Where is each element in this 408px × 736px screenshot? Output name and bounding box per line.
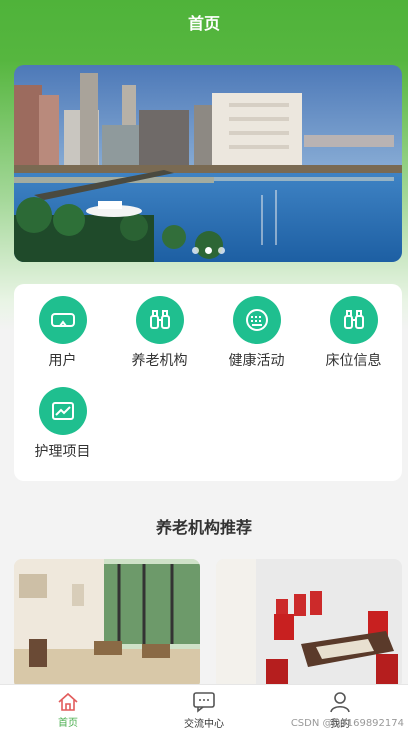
carousel-indicators[interactable] [14, 247, 402, 254]
menu-label: 养老机构 [131, 353, 188, 369]
menu-grid: 用户 养老机构 健康活动 床位信息 护理项目 [14, 284, 402, 481]
watermark: CSDN @Q3169892174 [290, 718, 404, 729]
institution-card[interactable] [14, 559, 200, 689]
menu-item-institutions[interactable]: 养老机构 [111, 296, 208, 370]
keyboard-icon [232, 296, 281, 344]
tab-community[interactable]: 交流中心 [136, 685, 272, 736]
institution-photo [14, 559, 200, 689]
tab-home[interactable]: 首页 [0, 685, 136, 736]
banner-image [14, 65, 402, 262]
vr-goggles-icon [38, 296, 87, 344]
menu-label: 用户 [48, 353, 77, 369]
carousel-dot[interactable] [191, 247, 199, 254]
navbar: 首页 [0, 0, 408, 44]
institution-photo [216, 559, 402, 689]
menu-label: 床位信息 [325, 353, 382, 369]
menu-item-users[interactable]: 用户 [14, 296, 111, 370]
institution-card[interactable] [216, 559, 402, 689]
tab-label: 首页 [58, 718, 78, 729]
carousel-dot-active[interactable] [204, 247, 212, 254]
binoculars-icon [135, 296, 184, 344]
carousel-dot[interactable] [217, 247, 225, 254]
menu-item-bed-info[interactable]: 床位信息 [305, 296, 402, 370]
menu-item-health-activities[interactable]: 健康活动 [208, 296, 305, 370]
menu-label: 健康活动 [228, 353, 285, 369]
home-icon [58, 692, 78, 711]
section-title: 养老机构推荐 [155, 518, 252, 537]
chat-icon [193, 692, 215, 713]
page-title: 首页 [187, 14, 220, 33]
menu-label: 护理项目 [34, 444, 91, 460]
image-icon [38, 387, 87, 435]
user-icon [330, 692, 350, 713]
banner-carousel[interactable] [14, 65, 402, 262]
menu-item-care-items[interactable]: 护理项目 [14, 387, 111, 461]
tab-label: 交流中心 [184, 719, 224, 730]
binoculars-icon [329, 296, 378, 344]
